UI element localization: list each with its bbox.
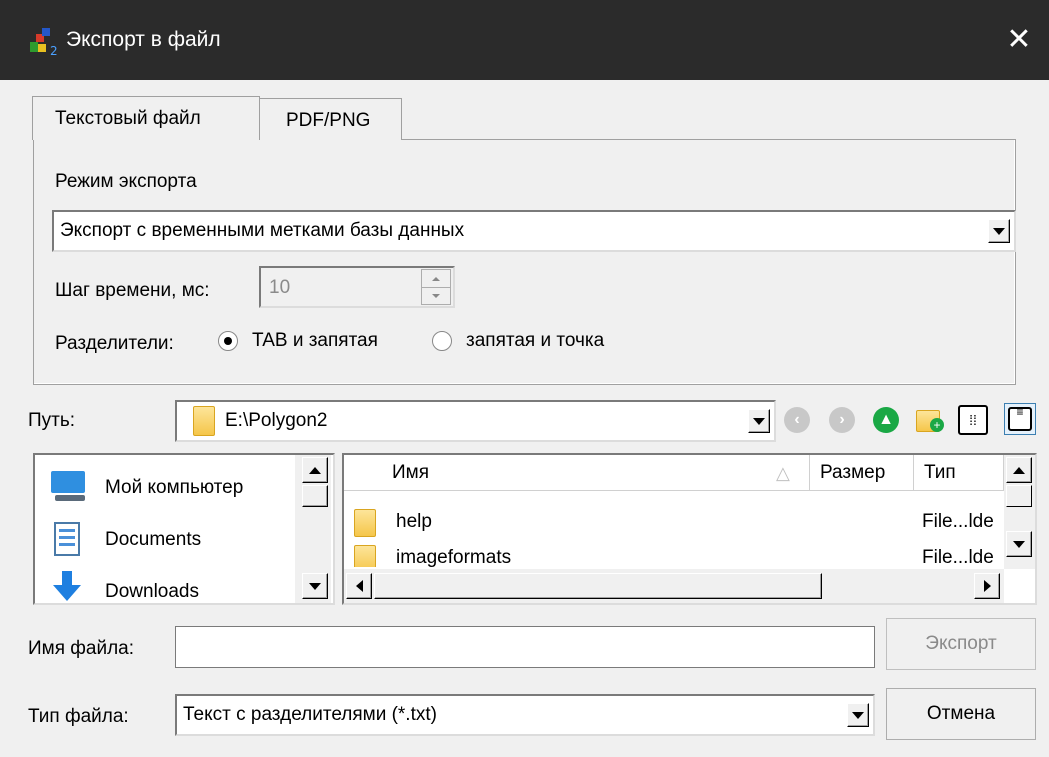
table-row[interactable]: imageformats File...lde [344, 541, 1004, 567]
column-header-size[interactable]: Размер [810, 455, 914, 491]
details-view-icon[interactable]: ≡ [1004, 403, 1036, 435]
computer-icon [51, 471, 85, 501]
download-arrow-icon [53, 571, 81, 601]
path-label: Путь: [28, 410, 76, 431]
path-select[interactable]: E:\Polygon2 [175, 400, 776, 442]
radio-button[interactable] [218, 331, 238, 351]
filename-input[interactable] [175, 626, 875, 668]
path-value: E:\Polygon2 [225, 410, 328, 431]
close-icon: ✕ [1006, 23, 1032, 56]
scroll-up-button[interactable] [1006, 457, 1032, 483]
folder-icon [354, 509, 376, 537]
title-bar: 2 Экспорт в файл ✕ [0, 0, 1049, 80]
scroll-thumb[interactable] [302, 485, 328, 507]
scroll-down-button[interactable] [1006, 531, 1032, 557]
chevron-down-icon [432, 294, 440, 298]
list-view-icon[interactable]: ⁞⁞ [958, 405, 988, 435]
scroll-left-button[interactable] [346, 573, 372, 599]
time-step-label: Шаг времени, мс: [55, 280, 210, 301]
filetype-value: Текст с разделителями (*.txt) [183, 704, 437, 725]
window-title: Экспорт в файл [66, 28, 221, 51]
back-icon[interactable]: ‹ [784, 407, 810, 433]
places-item-label: Downloads [105, 581, 199, 602]
file-name: imageformats [396, 547, 512, 567]
scroll-right-button[interactable] [974, 573, 1000, 599]
tab-text-file[interactable]: Текстовый файл [32, 96, 260, 140]
table-row[interactable]: help File...lde [344, 505, 1004, 541]
filetype-label: Тип файла: [28, 706, 129, 727]
cancel-button[interactable]: Отмена [886, 688, 1036, 740]
places-item[interactable]: Documents [45, 517, 295, 561]
radio-tab-comma[interactable]: TAB и запятая [218, 330, 378, 352]
export-button-label: Экспорт [925, 633, 997, 654]
app-icon: 2 [28, 26, 60, 58]
forward-icon[interactable]: › [829, 407, 855, 433]
files-pane: Имя △ Размер Тип help File...lde imagefo… [342, 453, 1037, 605]
tab-pdf-png[interactable]: PDF/PNG [260, 98, 402, 140]
radio-button[interactable] [432, 331, 452, 351]
column-header-label: Имя [392, 462, 430, 483]
documents-icon [54, 522, 80, 556]
column-header-type[interactable]: Тип [914, 455, 1004, 491]
time-step-value: 10 [269, 277, 291, 298]
radio-tab-comma-label: TAB и запятая [252, 330, 378, 351]
column-header-label: Тип [924, 462, 956, 483]
filename-label: Имя файла: [28, 638, 135, 659]
new-folder-icon[interactable]: + [914, 404, 946, 434]
column-header-label: Размер [820, 462, 886, 483]
chevron-down-icon[interactable] [748, 409, 770, 433]
scroll-thumb[interactable] [1006, 485, 1032, 507]
places-scrollbar[interactable] [295, 455, 331, 603]
places-item-label: Мой компьютер [105, 477, 244, 498]
radio-comma-dot-label: запятая и точка [466, 330, 605, 351]
filetype-select[interactable]: Текст с разделителями (*.txt) [175, 694, 875, 736]
file-type: File...lde [922, 511, 994, 532]
export-button[interactable]: Экспорт [886, 618, 1036, 670]
radio-comma-dot[interactable]: запятая и точка [432, 330, 604, 352]
places-item[interactable]: Мой компьютер [45, 465, 295, 509]
export-mode-label: Режим экспорта [55, 171, 197, 192]
scroll-up-button[interactable] [302, 457, 328, 483]
file-type: File...lde [922, 547, 994, 567]
sort-ascending-icon: △ [776, 463, 790, 483]
chevron-up-icon [432, 276, 440, 281]
separators-label: Разделители: [55, 333, 174, 354]
scroll-thumb[interactable] [374, 573, 822, 599]
spin-up-button[interactable] [421, 269, 451, 287]
cancel-button-label: Отмена [926, 703, 996, 724]
up-folder-icon[interactable]: ▲ [873, 407, 899, 433]
files-vscrollbar[interactable] [1004, 455, 1035, 569]
svg-text:2: 2 [50, 44, 58, 56]
close-button[interactable]: ✕ [989, 10, 1049, 70]
folder-icon [193, 406, 215, 436]
folder-icon [354, 545, 376, 567]
files-hscrollbar[interactable] [344, 569, 1004, 603]
column-header-name[interactable]: Имя △ [344, 455, 810, 491]
places-item-label: Documents [105, 529, 202, 550]
export-mode-select[interactable]: Экспорт с временными метками базы данных [52, 210, 1016, 252]
chevron-down-icon[interactable] [988, 219, 1010, 243]
places-item[interactable]: Downloads [45, 567, 295, 603]
places-pane: Мой компьютер Documents Downloads [33, 453, 335, 605]
spin-down-button[interactable] [421, 287, 451, 305]
file-name: help [396, 511, 432, 532]
export-mode-value: Экспорт с временными метками базы данных [60, 220, 465, 241]
time-step-spinbox[interactable]: 10 [259, 266, 455, 308]
scroll-down-button[interactable] [302, 573, 328, 599]
chevron-down-icon[interactable] [847, 703, 869, 727]
